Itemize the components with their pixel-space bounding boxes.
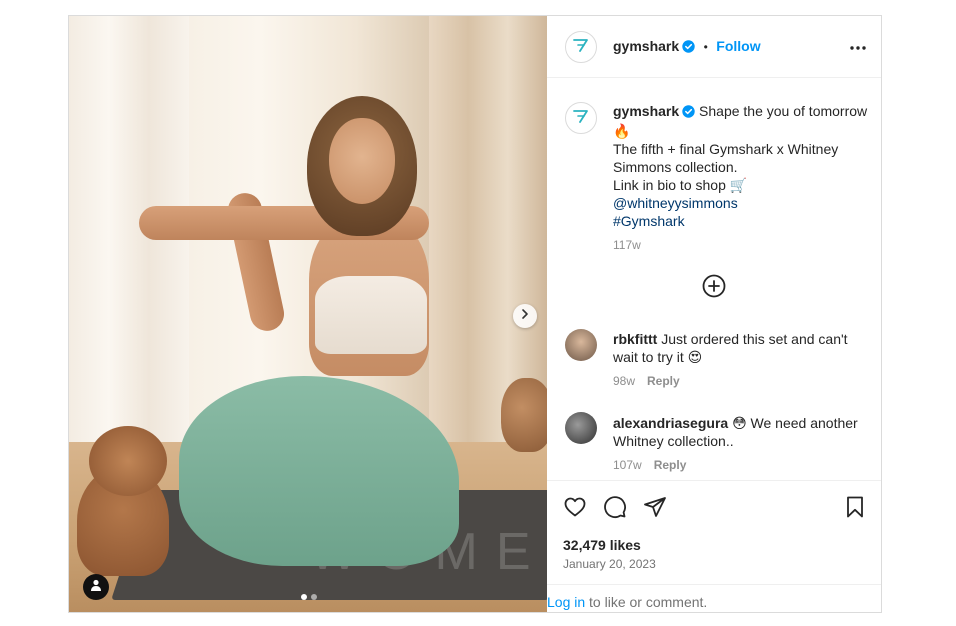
- face: [329, 118, 395, 204]
- comment-text-continued: wait to try it 😍: [613, 349, 703, 365]
- post-caption: gymshark Shape the you of tomorrow 🔥 The…: [613, 102, 875, 254]
- comment-meta: 107w Reply: [613, 456, 875, 474]
- comment-bubble-icon: [603, 496, 627, 523]
- caption-avatar[interactable]: [565, 102, 597, 134]
- post-actions: 32,479 likes January 20, 2023 Log in to …: [547, 480, 881, 612]
- reply-button[interactable]: Reply: [647, 374, 680, 388]
- login-prompt: Log in to like or comment.: [547, 584, 881, 610]
- load-more-comments-button[interactable]: [702, 274, 726, 303]
- instagram-post: WOMEN: [68, 15, 882, 613]
- post-header: gymshark • Follow: [547, 16, 881, 78]
- comment-text-continued: Whitney collection..: [613, 433, 734, 449]
- post-sidebar: gymshark • Follow gymshark Shape the you…: [547, 16, 881, 612]
- caption-time: 117w: [613, 238, 641, 252]
- follow-button[interactable]: Follow: [716, 38, 760, 54]
- likes-count[interactable]: 32,479 likes: [563, 537, 641, 553]
- hashtag-link[interactable]: #Gymshark: [613, 212, 875, 230]
- post-date: January 20, 2023: [563, 557, 656, 571]
- caption-text-2: 🔥: [613, 123, 631, 139]
- reply-button[interactable]: Reply: [654, 458, 687, 472]
- header-identity: gymshark • Follow: [613, 38, 761, 58]
- comment-username[interactable]: rbkfittt: [613, 331, 657, 347]
- heart-icon: [563, 497, 587, 523]
- account-username[interactable]: gymshark: [613, 38, 679, 54]
- like-button[interactable]: [563, 495, 587, 524]
- leggings: [179, 376, 459, 566]
- save-button[interactable]: [843, 495, 867, 524]
- sports-bra: [315, 276, 427, 354]
- gymshark-logo-icon: [572, 38, 590, 57]
- comment: alexandriasegura 😳 We need another Whitn…: [613, 414, 875, 474]
- more-horizontal-icon: [849, 38, 867, 55]
- next-image-button[interactable]: [513, 304, 537, 328]
- caption-text-3: The fifth + final Gymshark x Whitney: [613, 141, 839, 157]
- caption-line: gymshark Shape the you of tomorrow: [613, 102, 875, 122]
- comment-line: rbkfittt Just ordered this set and can't: [613, 331, 848, 347]
- vase: [501, 378, 547, 452]
- user-icon: [89, 578, 103, 597]
- verified-badge-icon: [682, 40, 695, 58]
- caption-text-1: Shape the you of tomorrow: [699, 103, 868, 119]
- login-link[interactable]: Log in: [547, 594, 585, 610]
- comment-button[interactable]: [603, 495, 627, 524]
- caption-text-4: Simmons collection.: [613, 159, 738, 175]
- model-figure: [139, 96, 459, 566]
- comment: rbkfittt Just ordered this set and can't…: [613, 330, 875, 390]
- caption-username[interactable]: gymshark: [613, 103, 679, 119]
- carousel-dot-active: [301, 594, 307, 600]
- account-avatar[interactable]: [565, 31, 597, 63]
- comment-meta: 98w Reply: [613, 372, 875, 390]
- separator-dot: •: [703, 40, 708, 54]
- carousel-dot: [311, 594, 317, 600]
- comment-text: 😳 We need another: [732, 415, 858, 431]
- chevron-right-icon: [519, 307, 531, 325]
- comment-time: 107w: [613, 458, 642, 472]
- comment-text: Just ordered this set and can't: [661, 331, 848, 347]
- commenter-avatar[interactable]: [565, 412, 597, 444]
- gymshark-logo-icon: [572, 109, 590, 128]
- comment-username[interactable]: alexandriasegura: [613, 415, 728, 431]
- caption-text-5: Link in bio to shop 🛒: [613, 177, 748, 193]
- verified-badge-icon: [682, 104, 695, 122]
- post-image[interactable]: WOMEN: [69, 16, 547, 612]
- dog-head: [89, 426, 167, 496]
- carousel-indicator: [301, 594, 317, 600]
- tagged-users-button[interactable]: [83, 574, 109, 600]
- send-icon: [643, 497, 667, 523]
- share-button[interactable]: [643, 495, 667, 524]
- mention-link[interactable]: @whitneyysimmons: [613, 194, 875, 212]
- bookmark-icon: [843, 496, 867, 523]
- dog: [77, 426, 173, 576]
- commenter-avatar[interactable]: [565, 329, 597, 361]
- comment-time: 98w: [613, 374, 636, 388]
- plus-circle-icon: [702, 274, 726, 302]
- more-options-button[interactable]: [849, 38, 867, 56]
- login-prompt-text: to like or comment.: [585, 594, 708, 610]
- comment-line: alexandriasegura 😳 We need another: [613, 415, 858, 431]
